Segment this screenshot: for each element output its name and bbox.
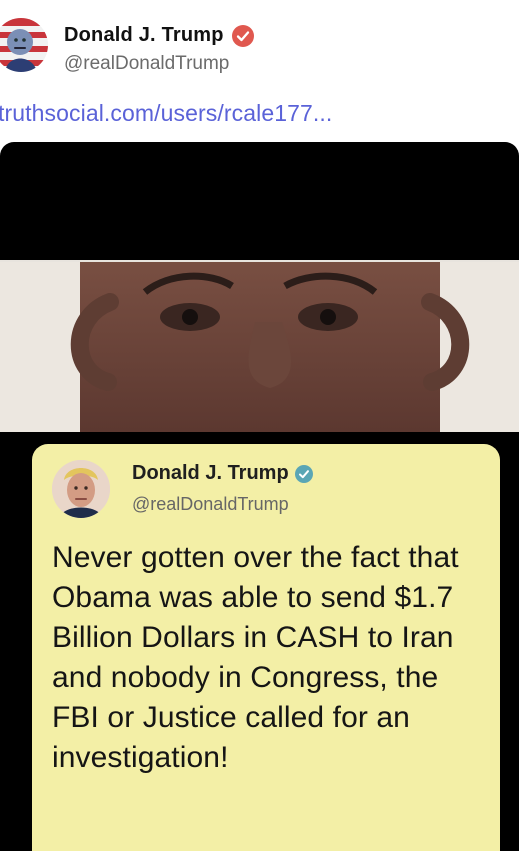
check-icon <box>236 30 249 41</box>
author-name[interactable]: Donald J. Trump <box>64 24 224 47</box>
verified-badge-icon <box>294 464 313 483</box>
author-handle[interactable]: @realDonaldTrump <box>64 53 229 75</box>
quoted-tweet-text: Never gotten over the fact that Obama wa… <box>52 541 459 774</box>
avatar-flag-portrait-icon <box>0 18 48 72</box>
quoted-author-name: Donald J. Trump <box>132 462 289 484</box>
quoted-author-handle: @realDonaldTrump <box>132 494 289 514</box>
quoted-author-avatar <box>52 460 110 518</box>
portrait-illustration <box>0 262 519 432</box>
post-header: Donald J. Trump @realDonaldTrump <box>0 0 531 88</box>
post-view: Donald J. Trump @realDonaldTrump truthso… <box>0 0 531 851</box>
author-avatar[interactable] <box>0 18 48 72</box>
avatar-portrait-icon <box>52 460 110 518</box>
quoted-tweet-card[interactable]: Donald J. Trump @realDonaldTrump Never g… <box>32 444 500 851</box>
author-name-row: Donald J. Trump <box>64 24 254 47</box>
post-media[interactable]: Donald J. Trump @realDonaldTrump Never g… <box>0 142 519 851</box>
quoted-author-name-row: Donald J. Trump <box>132 462 313 485</box>
portrait-photo <box>0 262 519 432</box>
post-link[interactable]: truthsocial.com/users/rcale177... <box>0 100 332 127</box>
check-icon <box>298 469 309 478</box>
verified-badge-icon <box>231 24 254 47</box>
